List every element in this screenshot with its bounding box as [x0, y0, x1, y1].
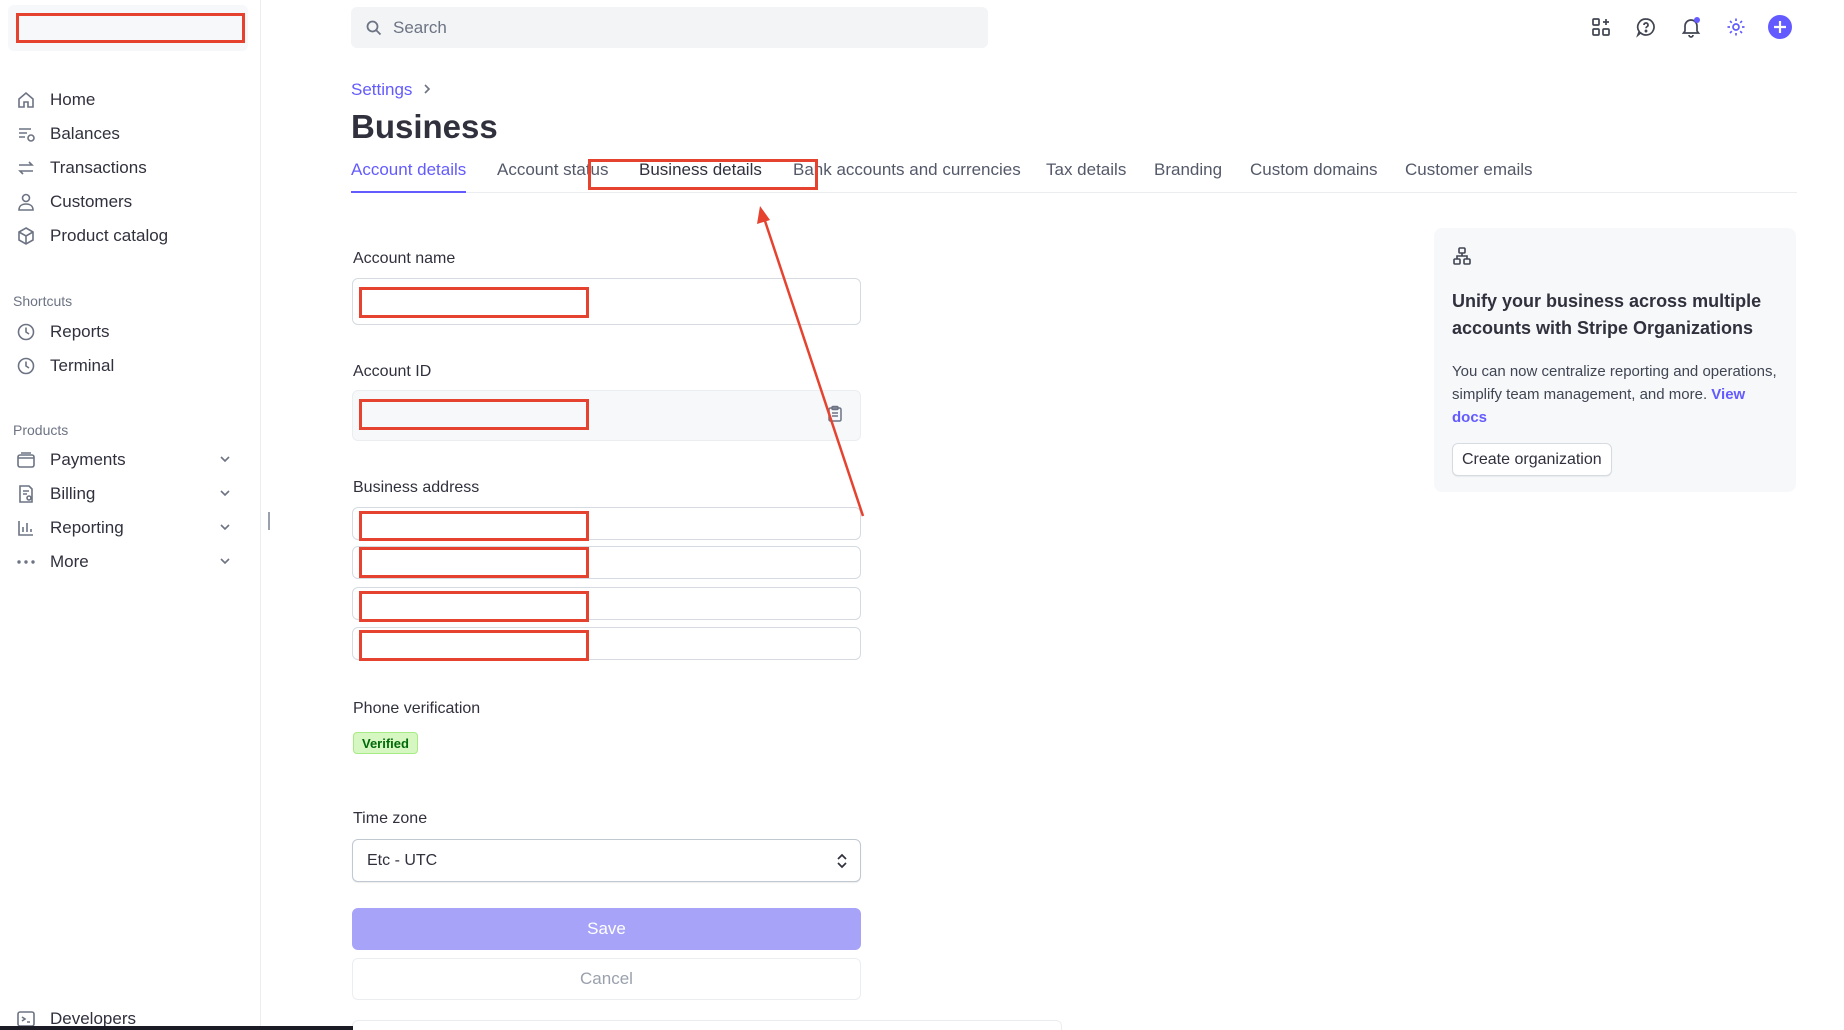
account-name-field[interactable] [352, 278, 861, 325]
sidebar-resize-handle[interactable] [268, 512, 270, 530]
sidebar-item-label: Payments [50, 450, 126, 469]
tab-account-details[interactable]: Account details [351, 160, 467, 193]
bar-chart-icon [16, 518, 36, 538]
chevron-down-icon[interactable] [218, 451, 232, 471]
sidebar-item-more[interactable]: More [0, 545, 260, 579]
tab-bank-accounts-and-currencies[interactable]: Bank accounts and currencies [793, 160, 1021, 193]
verified-status-badge: Verified [353, 732, 418, 754]
redacted-value [359, 399, 589, 430]
redacted-value [359, 511, 589, 541]
search-bar[interactable] [351, 7, 988, 48]
account-name-label: Account name [353, 250, 456, 267]
ellipsis-icon [16, 552, 36, 572]
help-icon[interactable] [1633, 14, 1659, 40]
promo-title: Unify your business across multiple acco… [1452, 291, 1762, 338]
select-updown-icon [834, 851, 850, 871]
box-icon [16, 226, 36, 246]
bottom-scroll-indicator [0, 1026, 353, 1030]
sidebar-item-label: Reporting [50, 518, 124, 537]
redacted-value [359, 630, 589, 661]
redacted-value [359, 547, 589, 578]
sidebar-item-reports[interactable]: Reports [0, 315, 260, 349]
search-input[interactable] [393, 17, 953, 38]
chevron-down-icon[interactable] [218, 485, 232, 505]
address-line-1-field[interactable] [352, 507, 861, 541]
account-id-field [352, 390, 861, 441]
redacted-account-name [16, 13, 245, 43]
sidebar-item-terminal[interactable]: Terminal [0, 349, 260, 383]
sidebar-item-label: Transactions [50, 158, 147, 177]
products-heading: Products [13, 422, 69, 438]
redacted-value [359, 287, 589, 318]
copy-clipboard-icon[interactable] [826, 405, 844, 423]
save-button[interactable]: Save [352, 908, 861, 950]
phone-verification-label: Phone verification [353, 700, 481, 717]
chevron-right-icon [422, 82, 432, 98]
time-zone-select[interactable]: Etc - UTC [352, 839, 861, 882]
sidebar-item-transactions[interactable]: Transactions [0, 151, 260, 185]
create-organization-button[interactable]: Create organization [1452, 443, 1612, 476]
cancel-button[interactable]: Cancel [352, 958, 861, 1000]
sidebar-item-product-catalog[interactable]: Product catalog [0, 219, 260, 253]
sidebar-item-label: Billing [50, 484, 96, 503]
sidebar-item-reporting[interactable]: Reporting [0, 511, 260, 545]
sidebar-item-billing[interactable]: Billing [0, 477, 260, 511]
time-zone-label: Time zone [353, 810, 428, 827]
sidebar-item-label: More [50, 552, 89, 571]
search-icon [365, 19, 383, 37]
balances-icon [16, 124, 36, 144]
organization-icon [1452, 246, 1472, 266]
tab-customer-emails[interactable]: Customer emails [1405, 160, 1533, 193]
address-country-field[interactable] [352, 627, 861, 661]
settings-tabs: Account details Account status Business … [351, 160, 1797, 193]
sidebar-item-label: Product catalog [50, 226, 169, 245]
sidebar-item-label: Terminal [50, 356, 115, 375]
sidebar-item-label: Home [50, 90, 96, 109]
sidebar-item-home[interactable]: Home [0, 83, 260, 117]
annotation-arrow [757, 206, 865, 517]
redacted-value [359, 591, 589, 622]
sidebar-item-customers[interactable]: Customers [0, 185, 260, 219]
transactions-icon [16, 158, 36, 178]
wallet-icon [16, 450, 36, 470]
sidebar-item-balances[interactable]: Balances [0, 117, 260, 151]
time-zone-value: Etc - UTC [367, 851, 438, 869]
sidebar-item-label: Reports [50, 322, 110, 341]
organizations-promo-card: Unify your business across multiple acco… [1434, 228, 1796, 492]
next-section-card [352, 1020, 1062, 1030]
tab-branding[interactable]: Branding [1154, 160, 1222, 193]
breadcrumb-settings-link[interactable]: Settings [351, 80, 412, 100]
clock-icon [16, 322, 36, 342]
billing-icon [16, 484, 36, 504]
shortcuts-heading: Shortcuts [13, 293, 73, 309]
notifications-bell-icon[interactable] [1678, 14, 1704, 40]
sidebar-item-payments[interactable]: Payments [0, 443, 260, 477]
sidebar-item-label: Balances [50, 124, 120, 143]
tab-tax-details[interactable]: Tax details [1046, 160, 1126, 193]
account-switcher[interactable] [8, 5, 248, 51]
address-line-2-field[interactable] [352, 546, 861, 579]
tab-custom-domains[interactable]: Custom domains [1250, 160, 1378, 193]
account-id-label: Account ID [353, 363, 432, 380]
create-plus-icon[interactable] [1767, 14, 1793, 40]
chevron-down-icon[interactable] [218, 553, 232, 573]
page-title: Business [351, 108, 498, 145]
promo-body: You can now centralize reporting and ope… [1452, 360, 1782, 429]
person-icon [16, 192, 36, 212]
annotation-highlight-box [588, 159, 818, 190]
apps-icon[interactable] [1588, 14, 1614, 40]
sidebar-item-label: Customers [50, 192, 133, 211]
business-address-label: Business address [353, 479, 480, 496]
sidebar: Home Balances Transactions Customers Pro… [0, 0, 261, 1030]
address-city-field[interactable] [352, 587, 861, 622]
home-icon [16, 90, 36, 110]
breadcrumb: Settings [351, 80, 432, 100]
clock-icon [16, 356, 36, 376]
settings-gear-icon[interactable] [1723, 14, 1749, 40]
chevron-down-icon[interactable] [218, 519, 232, 539]
